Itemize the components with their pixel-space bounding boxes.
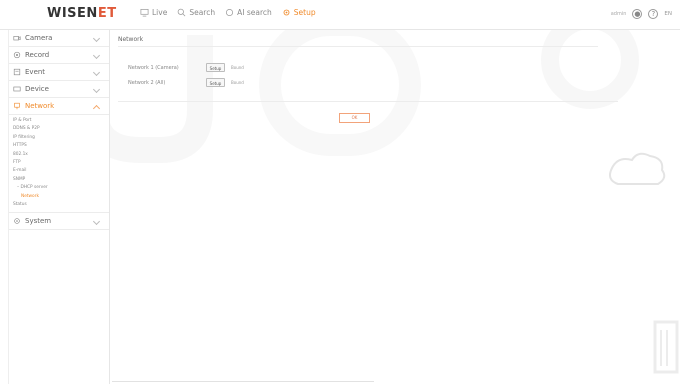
submenu-item[interactable]: Status xyxy=(9,201,109,209)
language-select[interactable]: EN xyxy=(664,11,672,17)
chevron-down-icon xyxy=(92,34,101,43)
submenu-item-network-active[interactable]: Network xyxy=(9,193,109,201)
network-submenu: IP & Port DDNS & P2P IP filtering HTTPS … xyxy=(9,115,109,214)
device-icon xyxy=(13,86,21,92)
row-label: Network 2 (All) xyxy=(128,79,166,86)
top-bar: WISENET Live Search AI search Setup admi… xyxy=(0,0,680,30)
main-content: Network Network 1 (Camera) Setup Bound N… xyxy=(112,30,680,384)
chevron-up-icon xyxy=(92,104,101,113)
gear-icon xyxy=(283,9,290,16)
chevron-down-icon xyxy=(92,68,101,77)
setup-button[interactable]: Setup xyxy=(206,78,225,87)
event-icon xyxy=(13,68,21,76)
row-label: Network 1 (Camera) xyxy=(128,64,179,71)
submenu-item[interactable]: HTTPS xyxy=(9,142,109,150)
chevron-down-icon xyxy=(92,218,101,226)
submenu-item[interactable]: SNMP xyxy=(9,176,109,184)
submenu-item[interactable]: 802.1x xyxy=(9,151,109,159)
nav-live[interactable]: Live xyxy=(140,8,167,17)
camera-icon xyxy=(13,36,21,41)
sidebar: Camera Record Event Device Network IP & … xyxy=(8,30,110,384)
search-icon xyxy=(178,8,186,17)
submenu-item[interactable]: FTP xyxy=(9,159,109,167)
submenu-item-dhcp-server[interactable]: – DHCP server xyxy=(9,184,109,192)
top-right-tools: admin ● ? EN xyxy=(611,9,672,19)
monitor-icon xyxy=(140,8,149,17)
submenu-item[interactable]: IP & Port xyxy=(9,117,109,125)
help-icon[interactable]: ? xyxy=(648,9,659,19)
submenu-item[interactable]: DDNS & P2P xyxy=(9,125,109,133)
network-icon xyxy=(14,102,20,110)
main-nav: Live Search AI search Setup xyxy=(140,8,316,17)
divider xyxy=(118,101,618,102)
page-title: Network xyxy=(118,36,144,43)
chevron-down-icon xyxy=(92,51,101,60)
gear-icon xyxy=(14,218,20,225)
network-row-1: Network 1 (Camera) Setup Bound xyxy=(128,63,244,72)
nav-setup[interactable]: Setup xyxy=(282,8,316,17)
chevron-down-icon xyxy=(92,85,101,94)
sidebar-item-event[interactable]: Event xyxy=(9,64,109,81)
sidebar-item-device[interactable]: Device xyxy=(9,81,109,98)
nav-ai-search[interactable]: AI search xyxy=(225,8,272,17)
user-icon[interactable]: ● xyxy=(632,9,643,19)
submenu-item[interactable]: E-mail xyxy=(9,167,109,175)
submenu-item[interactable]: IP filtering xyxy=(9,134,109,142)
sidebar-item-camera[interactable]: Camera xyxy=(9,30,109,47)
setup-button[interactable]: Setup xyxy=(206,63,225,72)
divider xyxy=(118,46,598,47)
network-row-2: Network 2 (All) Setup Bound xyxy=(128,78,244,87)
status-text: Bound xyxy=(231,65,244,70)
user-name: admin xyxy=(610,11,627,17)
nav-search[interactable]: Search xyxy=(177,8,215,17)
ok-button[interactable]: OK xyxy=(339,113,370,123)
bottom-divider xyxy=(112,381,374,382)
sidebar-item-record[interactable]: Record xyxy=(9,47,109,64)
sidebar-item-network[interactable]: Network xyxy=(9,98,109,115)
record-icon xyxy=(13,51,21,59)
sidebar-item-system[interactable]: System xyxy=(9,213,109,231)
ai-search-icon xyxy=(226,8,234,17)
status-text: Bound xyxy=(231,80,244,85)
wisenet-logo: WISENET xyxy=(47,6,117,21)
